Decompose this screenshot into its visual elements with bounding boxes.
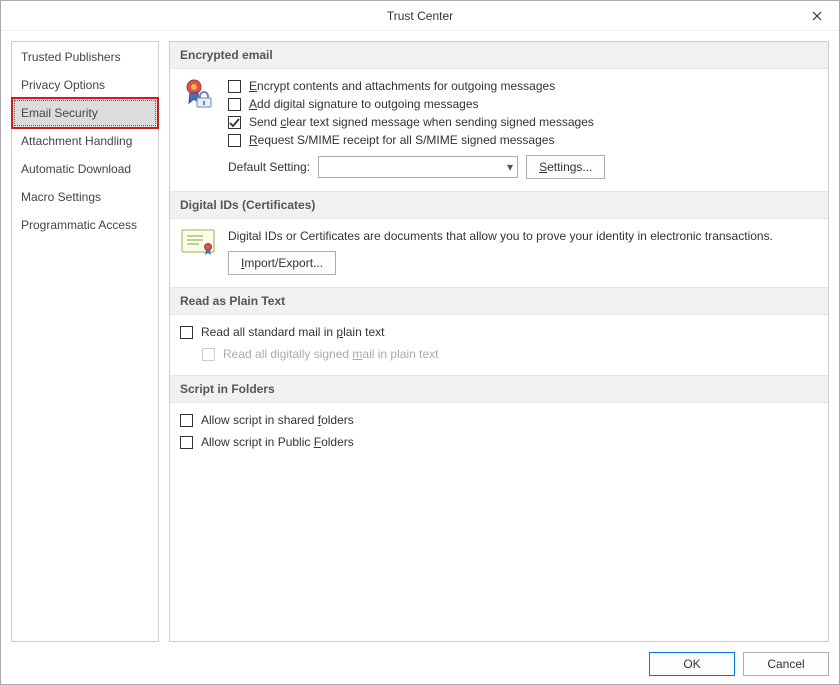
section-header-encrypted-email: Encrypted email bbox=[170, 42, 828, 69]
section-header-script-in-folders: Script in Folders bbox=[170, 375, 828, 403]
dialog-footer: OK Cancel bbox=[11, 642, 829, 676]
checkbox-box bbox=[180, 436, 193, 449]
checkbox-add-signature[interactable]: Add digital signature to outgoing messag… bbox=[228, 95, 818, 113]
checkbox-label: Allow script in shared folders bbox=[201, 413, 354, 427]
checkbox-label: Read all digitally signed mail in plain … bbox=[223, 347, 438, 361]
default-setting-label: Default Setting: bbox=[228, 160, 310, 174]
checkbox-box bbox=[228, 98, 241, 111]
sidebar-item-trusted-publishers[interactable]: Trusted Publishers bbox=[13, 43, 157, 71]
sidebar-item-automatic-download[interactable]: Automatic Download bbox=[13, 155, 157, 183]
ok-button[interactable]: OK bbox=[649, 652, 735, 676]
default-setting-dropdown[interactable]: ▾ bbox=[318, 156, 518, 178]
close-icon bbox=[812, 11, 822, 21]
checkbox-label: Request S/MIME receipt for all S/MIME si… bbox=[249, 133, 554, 147]
sidebar-item-programmatic-access[interactable]: Programmatic Access bbox=[13, 211, 157, 239]
trust-center-window: Trust Center Trusted Publishers Privacy … bbox=[0, 0, 840, 685]
close-button[interactable] bbox=[794, 1, 839, 31]
checkbox-label: Add digital signature to outgoing messag… bbox=[249, 97, 479, 111]
checkbox-box bbox=[202, 348, 215, 361]
sidebar-item-privacy-options[interactable]: Privacy Options bbox=[13, 71, 157, 99]
cancel-button[interactable]: Cancel bbox=[743, 652, 829, 676]
checkbox-box bbox=[180, 326, 193, 339]
titlebar: Trust Center bbox=[1, 1, 839, 31]
checkbox-box bbox=[228, 80, 241, 93]
encrypted-email-icon bbox=[180, 77, 216, 109]
checkbox-script-public-folders[interactable]: Allow script in Public Folders bbox=[180, 433, 354, 451]
checkbox-box bbox=[228, 116, 241, 129]
checkbox-label: Encrypt contents and attachments for out… bbox=[249, 79, 555, 93]
digital-ids-description: Digital IDs or Certificates are document… bbox=[228, 227, 818, 245]
checkbox-request-receipt[interactable]: Request S/MIME receipt for all S/MIME si… bbox=[228, 131, 818, 149]
checkbox-label: Send clear text signed message when send… bbox=[249, 115, 594, 129]
main-panel: Encrypted email bbox=[169, 41, 829, 642]
checkbox-label: Read all standard mail in plain text bbox=[201, 325, 384, 339]
window-title: Trust Center bbox=[387, 9, 453, 23]
checkbox-script-shared-folders[interactable]: Allow script in shared folders bbox=[180, 411, 354, 429]
section-header-digital-ids: Digital IDs (Certificates) bbox=[170, 191, 828, 219]
sidebar-item-macro-settings[interactable]: Macro Settings bbox=[13, 183, 157, 211]
ribbon-lock-icon bbox=[183, 79, 213, 109]
checkbox-box bbox=[228, 134, 241, 147]
settings-button[interactable]: Settings... bbox=[526, 155, 605, 179]
checkbox-encrypt-outgoing[interactable]: Encrypt contents and attachments for out… bbox=[228, 77, 818, 95]
checkbox-read-signed-plain: Read all digitally signed mail in plain … bbox=[202, 345, 438, 363]
import-export-button[interactable]: Import/Export... bbox=[228, 251, 336, 275]
chevron-down-icon: ▾ bbox=[507, 160, 513, 174]
section-header-read-plain-text: Read as Plain Text bbox=[170, 287, 828, 315]
checkbox-send-cleartext[interactable]: Send clear text signed message when send… bbox=[228, 113, 818, 131]
checkbox-read-all-plain[interactable]: Read all standard mail in plain text bbox=[180, 323, 384, 341]
checkbox-label: Allow script in Public Folders bbox=[201, 435, 354, 449]
sidebar-item-email-security[interactable]: Email Security bbox=[13, 99, 157, 127]
checkbox-box bbox=[180, 414, 193, 427]
certificate-icon bbox=[180, 227, 216, 255]
sidebar: Trusted Publishers Privacy Options Email… bbox=[11, 41, 159, 642]
sidebar-item-attachment-handling[interactable]: Attachment Handling bbox=[13, 127, 157, 155]
